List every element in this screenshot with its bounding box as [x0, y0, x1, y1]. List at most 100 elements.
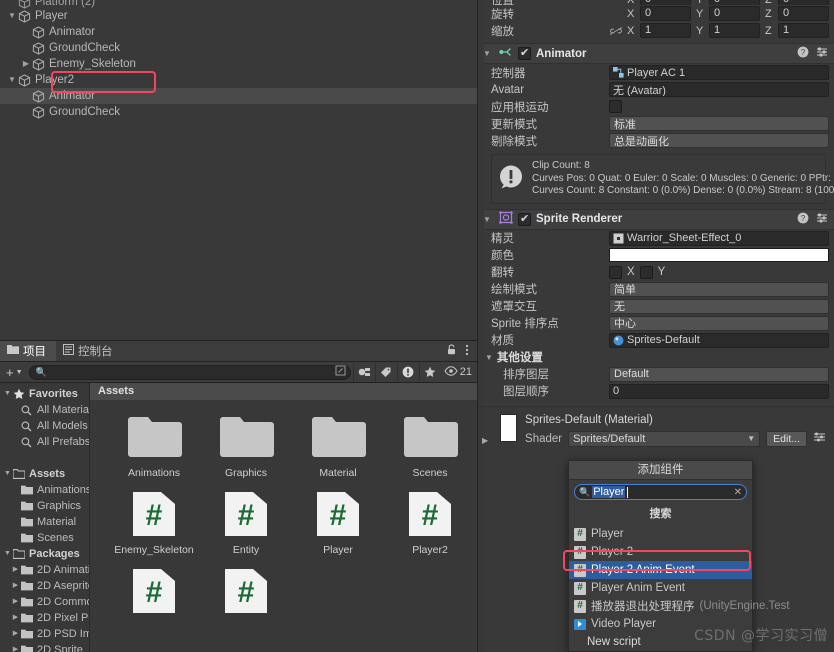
- chevron-down-icon[interactable]: ▼: [485, 353, 493, 362]
- shader-dropdown[interactable]: Sprites/Default ▼: [568, 430, 761, 447]
- transform-y-input[interactable]: 0: [709, 6, 760, 21]
- project-tree-item-favorites[interactable]: ▼ Favorites: [0, 386, 89, 402]
- project-tree-item-all-material[interactable]: All Material: [0, 402, 89, 418]
- sprite-renderer-enabled-checkbox[interactable]: [518, 212, 531, 226]
- asset-item[interactable]: # Player: [292, 489, 384, 556]
- hierarchy-item-player[interactable]: ▼ Player: [0, 8, 477, 24]
- hierarchy-item-platform-2-[interactable]: Platform (2): [0, 0, 477, 9]
- asset-item[interactable]: Material: [292, 412, 384, 479]
- kebab-menu-icon[interactable]: [465, 344, 469, 359]
- tab-console[interactable]: 控制台: [56, 341, 123, 361]
- object-field[interactable]: 无 (Avatar): [609, 82, 829, 97]
- add-component-search-input[interactable]: 🔍 Player ✕: [574, 484, 747, 500]
- project-tree-item-2d-commo[interactable]: ▶ 2D Commo: [0, 594, 89, 610]
- project-tree-item-2d-aseprite[interactable]: ▶ 2D Aseprite: [0, 578, 89, 594]
- hierarchy-item-groundcheck[interactable]: GroundCheck: [0, 40, 477, 56]
- transform-z-input[interactable]: 0: [778, 0, 829, 5]
- chevron-down-icon[interactable]: ▼: [483, 49, 494, 58]
- project-tree-item-all-models[interactable]: All Models: [0, 418, 89, 434]
- project-tree-item-animations[interactable]: Animations: [0, 482, 89, 498]
- preset-icon[interactable]: [813, 431, 826, 446]
- chevron-right-icon[interactable]: ▶: [10, 610, 21, 626]
- filter-warning-icon[interactable]: [396, 362, 419, 382]
- asset-item[interactable]: #: [108, 566, 200, 621]
- project-tree-item-packages[interactable]: ▼ Packages: [0, 546, 89, 562]
- flip-x-checkbox[interactable]: [609, 265, 622, 279]
- chevron-right-icon[interactable]: ▶: [10, 562, 21, 578]
- chevron-down-icon[interactable]: ▼: [2, 386, 13, 402]
- dropdown-field[interactable]: 无: [609, 298, 829, 314]
- object-field[interactable]: Sprites-Default: [609, 332, 829, 348]
- transform-y-input[interactable]: 1: [709, 23, 760, 38]
- dropdown-field[interactable]: 中心: [609, 315, 829, 331]
- dropdown-field[interactable]: 简单: [609, 281, 829, 297]
- filter-by-type-icon[interactable]: [352, 362, 375, 382]
- constrain-proportions-icon[interactable]: [609, 26, 625, 36]
- project-tree-item-assets[interactable]: ▼ Assets: [0, 466, 89, 482]
- hierarchy-item-animator[interactable]: Animator: [0, 24, 477, 40]
- chevron-right-icon[interactable]: ▶: [10, 594, 21, 610]
- object-field[interactable]: Player AC 1: [609, 65, 829, 80]
- edit-shader-button[interactable]: Edit...: [766, 430, 807, 447]
- search-expand-icon[interactable]: [335, 365, 346, 379]
- hierarchy-item-player2[interactable]: ▼ Player2: [0, 72, 477, 88]
- add-component-item-player-2-anim-event[interactable]: # Player 2 Anim Event: [569, 561, 752, 579]
- lock-icon[interactable]: [447, 344, 456, 358]
- dropdown-field[interactable]: 标准: [609, 116, 829, 131]
- asset-item[interactable]: #: [200, 566, 292, 621]
- text-input-field[interactable]: 0: [609, 383, 829, 399]
- asset-item[interactable]: # Enemy_Skeleton: [108, 489, 200, 556]
- transform-x-input[interactable]: 1: [640, 23, 691, 38]
- clear-icon[interactable]: ✕: [734, 487, 742, 498]
- object-field[interactable]: Warrior_Sheet-Effect_0: [609, 230, 829, 246]
- preset-icon[interactable]: [816, 212, 828, 227]
- chevron-down-icon[interactable]: ▼: [483, 215, 494, 224]
- project-tree-item-all-prefabs[interactable]: All Prefabs: [0, 434, 89, 450]
- hierarchy-item-groundcheck[interactable]: GroundCheck: [0, 104, 477, 120]
- color-swatch-field[interactable]: [609, 248, 829, 262]
- chevron-down-icon[interactable]: ▼: [2, 466, 13, 482]
- project-tree-item-graphics[interactable]: Graphics: [0, 498, 89, 514]
- project-tree-item-2d-animatio[interactable]: ▶ 2D Animatio: [0, 562, 89, 578]
- create-asset-button[interactable]: + ▼: [0, 365, 29, 380]
- chevron-right-icon[interactable]: ▶: [20, 56, 32, 72]
- asset-item[interactable]: Graphics: [200, 412, 292, 479]
- chevron-down-icon[interactable]: ▼: [2, 546, 13, 562]
- chevron-down-icon[interactable]: ▼: [6, 8, 18, 24]
- hierarchy-item-enemy-skeleton[interactable]: ▶ Enemy_Skeleton: [0, 56, 477, 72]
- property-checkbox[interactable]: [609, 100, 622, 113]
- chevron-right-icon[interactable]: ▶: [10, 578, 21, 594]
- transform-y-input[interactable]: 0: [709, 0, 760, 5]
- animator-enabled-checkbox[interactable]: [518, 46, 531, 60]
- add-component-item-播放器退出处理程序[interactable]: # 播放器退出处理程序 (UnityEngine.Test: [569, 597, 790, 615]
- preset-icon[interactable]: [816, 46, 828, 61]
- component-header-animator[interactable]: ▼ Animator ?: [478, 43, 834, 64]
- project-tree-item-material[interactable]: Material: [0, 514, 89, 530]
- help-icon[interactable]: ?: [797, 212, 809, 227]
- chevron-right-icon[interactable]: ▶: [482, 436, 488, 445]
- help-icon[interactable]: ?: [797, 46, 809, 61]
- project-tree-item-2d-sprite[interactable]: ▶ 2D Sprite: [0, 642, 89, 652]
- add-component-item-player-2[interactable]: # Player 2: [569, 543, 752, 561]
- chevron-right-icon[interactable]: ▶: [10, 626, 21, 642]
- asset-item[interactable]: Scenes: [384, 412, 476, 479]
- project-search-input[interactable]: 🔍: [28, 364, 351, 380]
- project-tree-item-scenes[interactable]: Scenes: [0, 530, 89, 546]
- add-component-item-player[interactable]: # Player: [569, 525, 752, 543]
- chevron-down-icon[interactable]: ▼: [6, 72, 18, 88]
- transform-x-input[interactable]: 0: [640, 0, 691, 5]
- chevron-right-icon[interactable]: ▶: [10, 642, 21, 652]
- transform-z-input[interactable]: 1: [778, 23, 829, 38]
- transform-x-input[interactable]: 0: [640, 6, 691, 21]
- flip-y-checkbox[interactable]: [639, 265, 653, 279]
- add-component-item-player-anim-event[interactable]: # Player Anim Event: [569, 579, 752, 597]
- other-settings-foldout[interactable]: ▼ 其他设置: [478, 349, 834, 366]
- project-tree-item-2d-pixel-per[interactable]: ▶ 2D Pixel Per: [0, 610, 89, 626]
- dropdown-field[interactable]: Default: [609, 366, 829, 382]
- hierarchy-item-animator[interactable]: Animator: [0, 88, 477, 104]
- tab-project[interactable]: 项目: [0, 341, 56, 361]
- transform-z-input[interactable]: 0: [778, 6, 829, 21]
- asset-item[interactable]: # Player2: [384, 489, 476, 556]
- asset-item[interactable]: Animations: [108, 412, 200, 479]
- asset-item[interactable]: # Entity: [200, 489, 292, 556]
